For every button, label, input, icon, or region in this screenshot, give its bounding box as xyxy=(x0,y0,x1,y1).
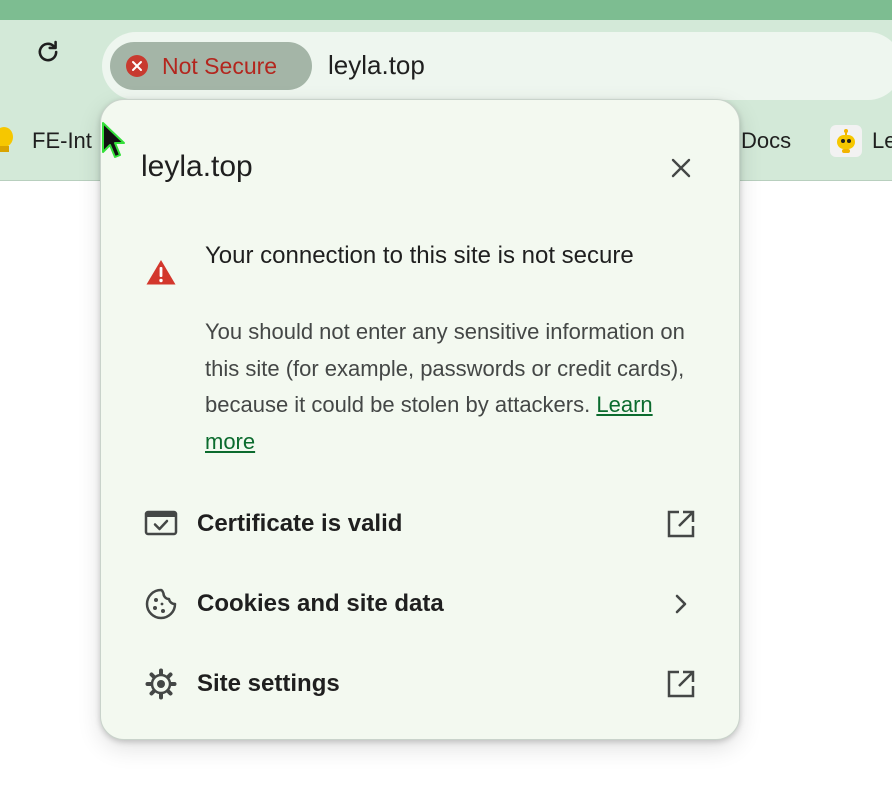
cookies-label: Cookies and site data xyxy=(197,590,444,617)
cookies-row[interactable]: Cookies and site data xyxy=(101,570,741,640)
security-chip-label: Not Secure xyxy=(162,52,278,79)
gear-icon xyxy=(143,666,179,702)
bookmark-label: Le xyxy=(872,128,892,153)
not-secure-icon xyxy=(126,55,148,77)
popup-title: leyla.top xyxy=(141,150,253,183)
close-icon xyxy=(671,158,691,178)
cookie-icon xyxy=(143,586,179,622)
site-settings-row[interactable]: Site settings xyxy=(101,650,741,720)
url-text[interactable]: leyla.top xyxy=(328,50,425,81)
certificate-icon xyxy=(143,506,179,542)
warning-body: You should not enter any sensitive infor… xyxy=(205,314,685,460)
site-info-popup: leyla.top Your connection to this site i… xyxy=(100,99,740,740)
warning-icon xyxy=(145,258,177,291)
bookmark-le[interactable]: Le xyxy=(830,124,892,158)
bookmark-label: Docs xyxy=(741,128,792,153)
robot-icon xyxy=(830,125,862,157)
open-external-icon xyxy=(663,666,699,702)
warning-heading: Your connection to this site is not secu… xyxy=(205,242,634,269)
open-external-icon xyxy=(663,506,699,542)
tab-strip xyxy=(0,0,892,20)
site-settings-label: Site settings xyxy=(197,670,340,697)
reload-button[interactable] xyxy=(28,32,68,72)
bookmark-label: FE-Int xyxy=(32,128,92,153)
security-chip[interactable]: Not Secure xyxy=(110,42,312,90)
mouse-cursor-icon xyxy=(100,120,126,165)
certificate-row[interactable]: Certificate is valid xyxy=(101,490,741,560)
reload-icon xyxy=(38,40,58,62)
bookmark-fe-int[interactable]: FE-Int xyxy=(32,124,92,158)
lightbulb-icon xyxy=(0,126,14,163)
certificate-label: Certificate is valid xyxy=(197,510,403,537)
chevron-right-icon xyxy=(663,586,699,622)
bookmark-docs[interactable]: Docs xyxy=(741,124,791,158)
close-button[interactable] xyxy=(661,148,701,188)
